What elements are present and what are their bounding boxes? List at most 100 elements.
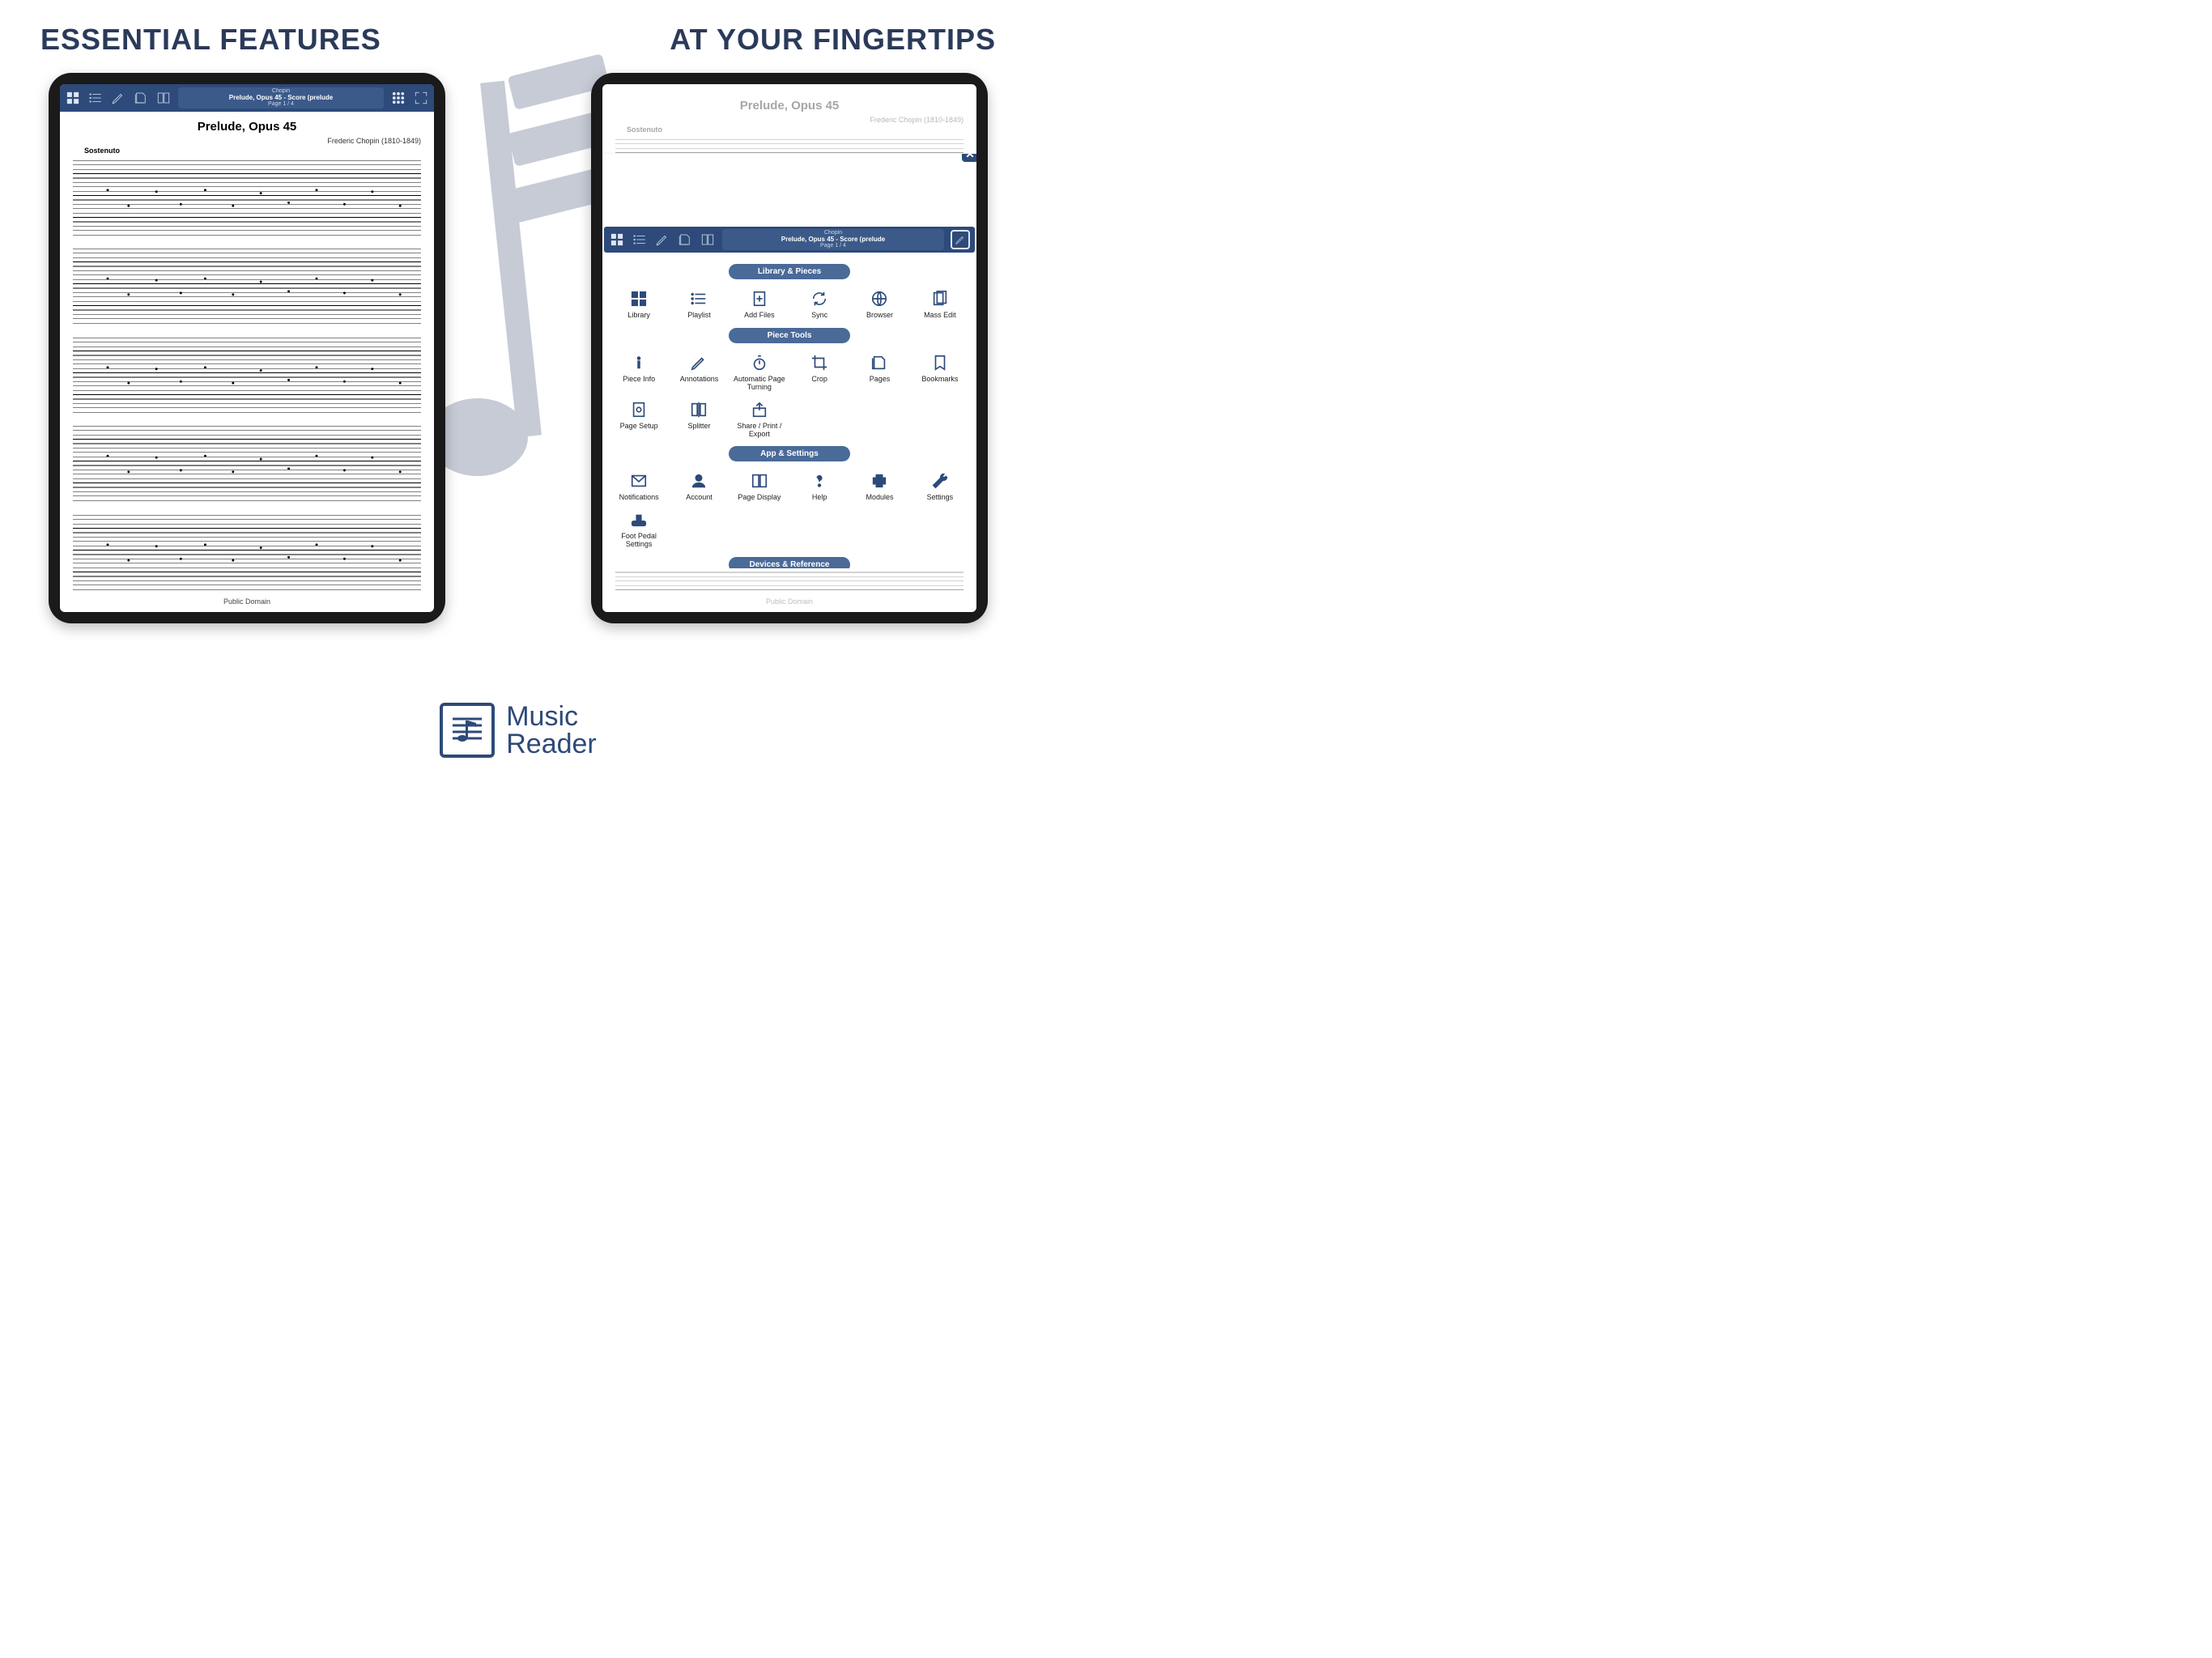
tile-page-setup[interactable]: Page Setup — [610, 398, 667, 440]
tile-label: Crop — [811, 376, 827, 384]
library-icon — [629, 289, 649, 308]
playlist-icon — [689, 289, 708, 308]
brand-line2: Reader — [506, 730, 597, 758]
tile-pages[interactable]: Pages — [851, 351, 908, 393]
title-page: Page 1 / 4 — [820, 243, 846, 249]
staff-system — [73, 247, 421, 325]
headline-left: ESSENTIAL FEATURES — [40, 23, 381, 57]
title-page: Page 1 / 4 — [268, 101, 294, 108]
score-tempo-text: Sostenuto — [84, 147, 421, 155]
page-layout-icon[interactable] — [155, 90, 172, 106]
tile-label: Bookmarks — [921, 376, 958, 384]
tile-label: Add Files — [744, 312, 775, 320]
apps-grid-icon[interactable] — [390, 90, 406, 106]
library-grid-icon[interactable] — [609, 232, 625, 248]
close-icon[interactable]: ✕ — [962, 154, 976, 162]
tile-annotations[interactable]: Annotations — [670, 351, 727, 393]
tile-piece-info[interactable]: Piece Info — [610, 351, 667, 393]
tile-sync[interactable]: Sync — [791, 287, 848, 321]
bg-score-tempo: Sostenuto — [627, 125, 963, 134]
tile-label: Mass Edit — [924, 312, 956, 320]
crop-icon — [810, 353, 829, 372]
menu-title-chip[interactable]: Chopin Prelude, Opus 45 - Score (prelude… — [722, 229, 944, 250]
tile-label: Pages — [870, 376, 891, 384]
tile-splitter[interactable]: Splitter — [670, 398, 727, 440]
browser-icon — [870, 289, 889, 308]
page-layout-icon[interactable] — [700, 232, 716, 248]
tile-label: Page Setup — [620, 423, 658, 431]
tile-foot-pedal-settings[interactable]: Foot Pedal Settings — [610, 508, 667, 551]
tile-playlist[interactable]: Playlist — [670, 287, 727, 321]
tile-label: Annotations — [680, 376, 719, 384]
brand-line1: Music — [506, 703, 597, 730]
staff-system — [73, 424, 421, 503]
list-icon[interactable] — [632, 232, 648, 248]
tile-label: Account — [686, 494, 713, 502]
edit-icon[interactable] — [951, 230, 970, 249]
tile-mass-edit[interactable]: Mass Edit — [912, 287, 968, 321]
tile-share-print-export[interactable]: Share / Print / Export — [731, 398, 788, 440]
tile-notifications[interactable]: Notifications — [610, 470, 667, 504]
title-piece: Prelude, Opus 45 - Score (prelude — [781, 236, 885, 244]
sync-icon — [810, 289, 829, 308]
tile-label: Help — [812, 494, 827, 502]
bookmark-icon — [930, 353, 950, 372]
tile-label: Foot Pedal Settings — [610, 533, 667, 549]
tile-label: Playlist — [687, 312, 711, 320]
tile-label: Library — [627, 312, 650, 320]
tile-label: Share / Print / Export — [731, 423, 788, 439]
score-toolbar: Chopin Prelude, Opus 45 - Score (prelude… — [60, 84, 434, 112]
pages-icon — [870, 353, 889, 372]
library-grid-icon[interactable] — [65, 90, 81, 106]
bg-score-title: Prelude, Opus 45 — [615, 99, 963, 113]
tile-label: Browser — [866, 312, 893, 320]
tile-library[interactable]: Library — [610, 287, 667, 321]
section-header-piece-tools: Piece Tools — [729, 328, 850, 343]
staff-system — [73, 513, 421, 592]
section-header-app-settings: App & Settings — [729, 446, 850, 461]
page-setup-icon — [629, 400, 649, 419]
section-header-devices: Devices & Reference — [729, 557, 850, 568]
wrench-icon — [930, 471, 950, 491]
splitter-icon — [689, 400, 708, 419]
tile-auto-page-turning[interactable]: Automatic Page Turning — [731, 351, 788, 393]
tile-crop[interactable]: Crop — [791, 351, 848, 393]
tile-help[interactable]: Help — [791, 470, 848, 504]
tile-label: Piece Info — [623, 376, 655, 384]
tile-settings[interactable]: Settings — [912, 470, 968, 504]
mail-icon — [629, 471, 649, 491]
tile-label: Notifications — [619, 494, 659, 502]
brand: Music Reader — [0, 703, 1036, 758]
tile-browser[interactable]: Browser — [851, 287, 908, 321]
pencil-icon[interactable] — [654, 232, 670, 248]
person-icon — [689, 471, 708, 491]
brand-logo-icon — [440, 703, 495, 758]
page-display-icon — [750, 471, 769, 491]
pages-stack-icon[interactable] — [133, 90, 149, 106]
list-icon[interactable] — [87, 90, 104, 106]
tile-label: Sync — [811, 312, 827, 320]
mass-edit-icon — [930, 289, 950, 308]
tile-bookmarks[interactable]: Bookmarks — [912, 351, 968, 393]
score-title-chip[interactable]: Chopin Prelude, Opus 45 - Score (prelude… — [178, 87, 384, 108]
tile-add-files[interactable]: Add Files — [731, 287, 788, 321]
staff-system — [73, 336, 421, 414]
info-icon — [629, 353, 649, 372]
tile-modules[interactable]: Modules — [851, 470, 908, 504]
share-icon — [750, 400, 769, 419]
pencil-icon[interactable] — [110, 90, 126, 106]
pencil-icon — [689, 353, 708, 372]
bg-score-footer: Public Domain — [615, 594, 963, 607]
pages-stack-icon[interactable] — [677, 232, 693, 248]
score-footer-text: Public Domain — [73, 594, 421, 607]
tile-account[interactable]: Account — [670, 470, 727, 504]
left-tablet: Chopin Prelude, Opus 45 - Score (prelude… — [49, 73, 445, 623]
question-icon — [810, 471, 829, 491]
tile-label: Automatic Page Turning — [731, 376, 788, 392]
stopwatch-icon — [750, 353, 769, 372]
tile-page-display[interactable]: Page Display — [731, 470, 788, 504]
score-composer-text: Frederic Chopin (1810-1849) — [73, 137, 421, 145]
fullscreen-icon[interactable] — [413, 90, 429, 106]
headline-right: AT YOUR FINGERTIPS — [670, 23, 996, 57]
tile-label: Page Display — [738, 494, 781, 502]
